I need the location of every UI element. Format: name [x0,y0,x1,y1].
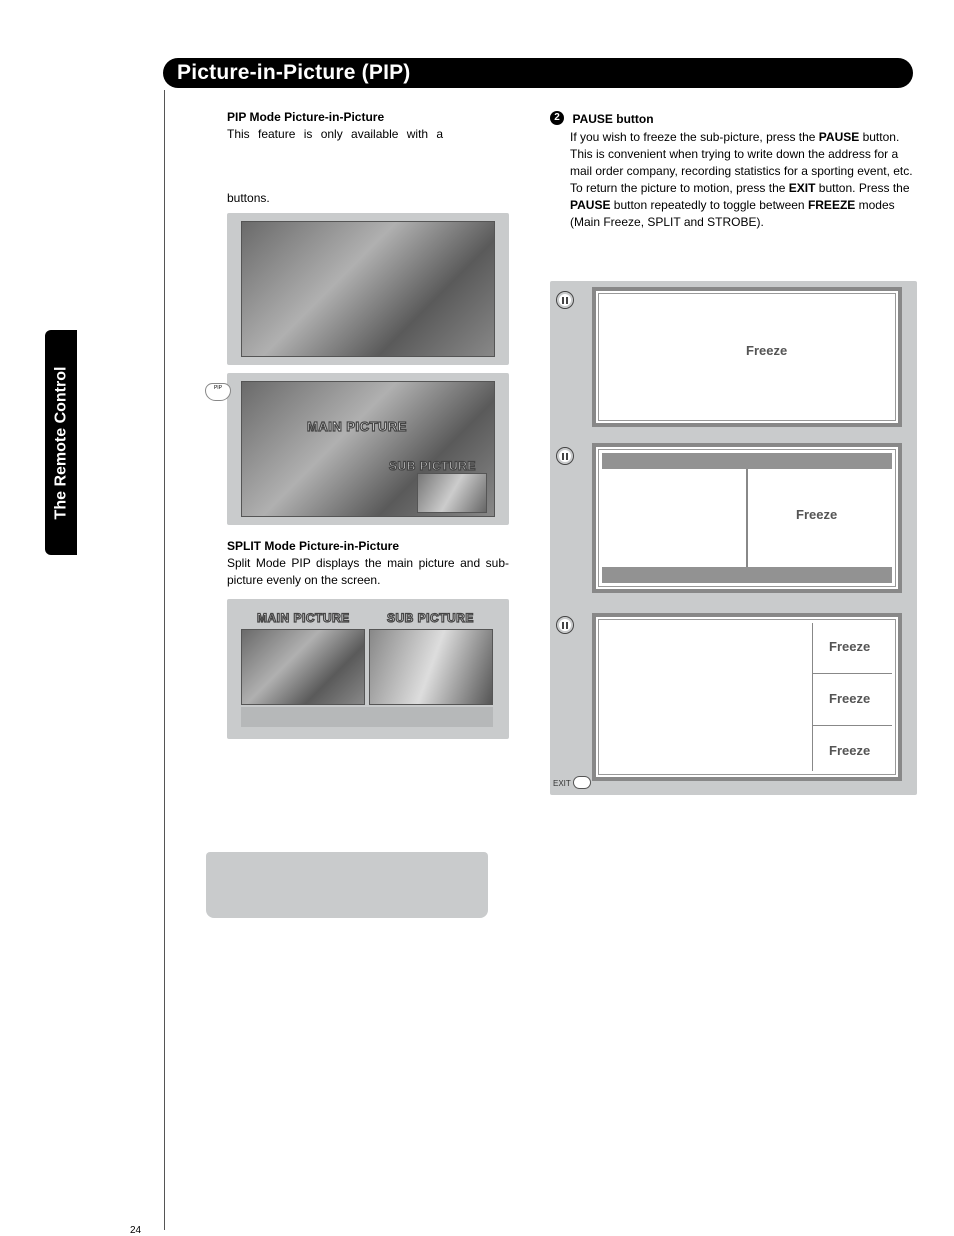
pause-heading-row: 2 PAUSE button [550,110,920,128]
page-title-bar: Picture-in-Picture (PIP) [163,58,913,88]
exit-button-icon [573,776,591,789]
left-column: PIP Mode Picture-in-Picture This feature… [227,110,509,739]
split-main-label: MAIN PICTURE [257,611,350,625]
strobe-row-divider-2 [813,725,892,726]
split-divider [746,469,748,567]
split-bar-bottom [602,567,892,583]
margin-rule [164,90,165,1230]
tv-frame-split-freeze: Freeze [592,443,902,593]
freeze-label-1: Freeze [746,343,787,358]
freeze-modes-figure: Freeze Freeze Freeze Freeze Freeze EXIT [550,281,917,795]
split-mode-heading: SPLIT Mode Picture-in-Picture [227,539,509,553]
side-tab: The Remote Control [45,330,77,555]
split-mode-body: Split Mode PIP displays the main picture… [227,555,509,589]
freeze-label-3c: Freeze [829,743,870,758]
figure-pip-single [227,213,509,365]
tv-frame-main-freeze: Freeze [592,287,902,427]
tv-frame-strobe-freeze: Freeze Freeze Freeze [592,613,902,781]
side-tab-label: The Remote Control [52,366,70,519]
main-picture-label: MAIN PICTURE [307,419,407,434]
sub-picture-label: SUB PICTURE [389,459,476,473]
tv-photo-pip-inset [417,473,487,513]
page-title: Picture-in-Picture (PIP) [177,61,411,85]
pause-icon [556,447,574,465]
strobe-row-divider-1 [813,673,892,674]
pause-body: If you wish to freeze the sub-picture, p… [570,129,920,231]
freeze-label-3b: Freeze [829,691,870,706]
strobe-right-column: Freeze Freeze Freeze [812,623,892,771]
pause-icon [556,616,574,634]
tv-photo-main [241,221,495,357]
pause-icon [556,291,574,309]
figure-split: MAIN PICTURE SUB PICTURE [227,599,509,739]
buttons-word: buttons. [227,191,509,205]
split-letterbox-bar [241,707,493,727]
split-photo-sub [369,629,493,705]
split-sub-label: SUB PICTURE [387,611,474,625]
split-photo-main [241,629,365,705]
note-box [206,852,488,918]
freeze-label-3a: Freeze [829,639,870,654]
figure-pip-inset: PIP MAIN PICTURE SUB PICTURE [227,373,509,525]
pip-mode-heading: PIP Mode Picture-in-Picture [227,110,509,124]
freeze-label-2: Freeze [796,507,837,522]
pip-button-icon: PIP [205,383,231,401]
pause-heading: PAUSE button [572,112,653,126]
page-number: 24 [130,1225,141,1236]
step-number-badge: 2 [550,111,564,125]
split-bar-top [602,453,892,469]
exit-label: EXIT [553,779,571,788]
right-column: 2 PAUSE button If you wish to freeze the… [550,110,920,231]
pip-mode-body: This feature is only available with a [227,126,509,143]
